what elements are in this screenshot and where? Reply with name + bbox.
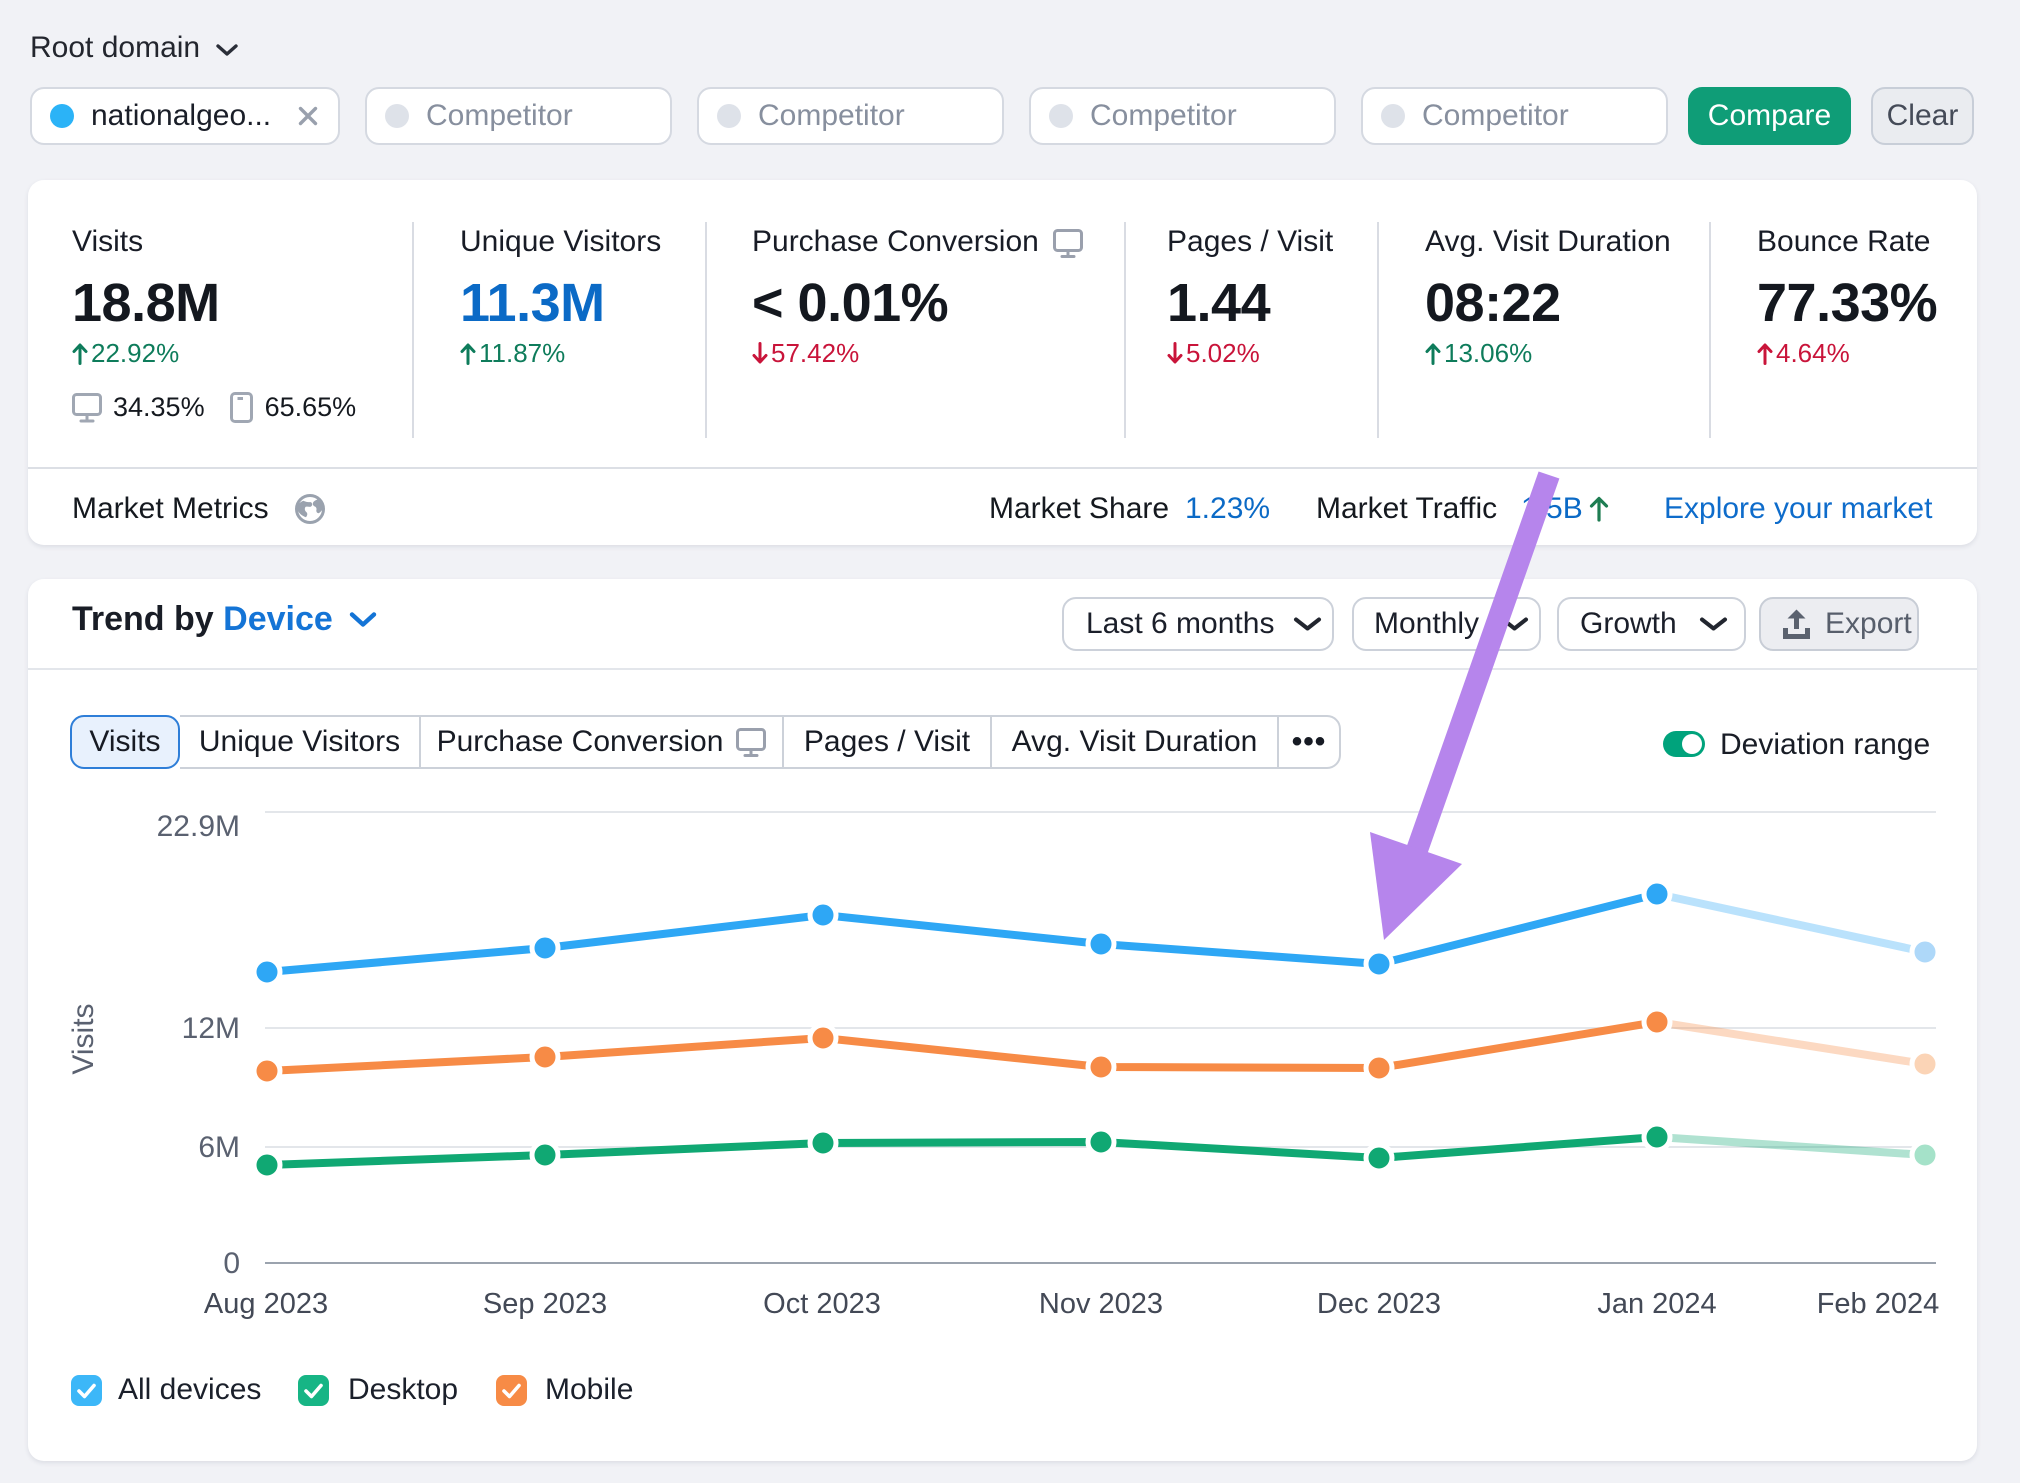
svg-text:Oct 2023: Oct 2023 (763, 1288, 881, 1320)
svg-text:0: 0 (223, 1247, 240, 1280)
svg-text:Jan 2024: Jan 2024 (1597, 1288, 1716, 1320)
svg-text:22.9M: 22.9M (157, 810, 240, 843)
svg-text:Aug 2023: Aug 2023 (204, 1288, 328, 1320)
svg-text:Sep 2023: Sep 2023 (483, 1288, 607, 1320)
svg-text:Nov 2023: Nov 2023 (1039, 1288, 1163, 1320)
svg-text:Dec 2023: Dec 2023 (1317, 1288, 1441, 1320)
svg-text:6M: 6M (198, 1131, 240, 1164)
svg-text:Feb 2024: Feb 2024 (1817, 1288, 1940, 1320)
svg-text:12M: 12M (182, 1012, 240, 1045)
svg-text:Visits: Visits (67, 1003, 100, 1074)
